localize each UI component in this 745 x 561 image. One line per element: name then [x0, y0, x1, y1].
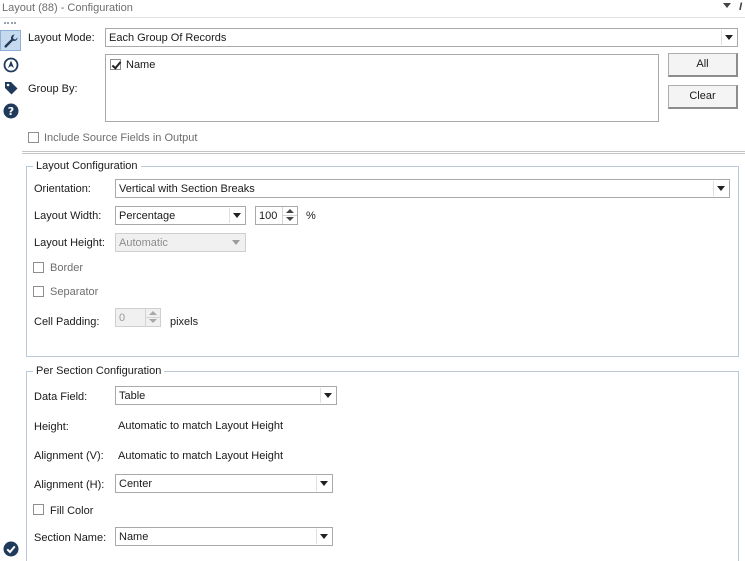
orientation-select[interactable]: Vertical with Section Breaks	[115, 179, 730, 198]
tag-icon	[4, 81, 17, 94]
config-toolbar: ?	[0, 19, 22, 561]
separator-label: Separator	[50, 286, 99, 298]
fill-color-checkbox[interactable]	[33, 504, 44, 515]
chevron-down-icon[interactable]	[721, 30, 736, 45]
height-value: Automatic to match Layout Height	[118, 420, 284, 432]
data-field-select[interactable]: Table	[115, 386, 337, 405]
height-label: Height:	[34, 421, 69, 433]
pin-icon[interactable]: I	[739, 1, 742, 13]
alignment-h-label: Alignment (H):	[34, 479, 105, 491]
section-name-label: Section Name:	[34, 532, 107, 544]
tag-tab-button[interactable]	[0, 77, 21, 98]
group-by-label: Group By:	[28, 83, 78, 95]
cell-padding-spinner[interactable]: 0	[115, 308, 161, 327]
wrench-icon	[3, 34, 17, 48]
window-title-bar: Layout (88) - Configuration I	[0, 0, 745, 18]
group-title: Layout Configuration	[33, 159, 141, 173]
layout-height-label: Layout Height:	[34, 237, 105, 249]
layout-mode-label: Layout Mode:	[28, 32, 95, 44]
chevron-down-icon[interactable]	[713, 181, 728, 196]
section-name-select[interactable]: Name	[115, 527, 333, 546]
cell-padding-unit: pixels	[170, 316, 199, 328]
cell-padding-value: 0	[119, 312, 126, 324]
layout-width-mode-select[interactable]: Percentage	[115, 206, 246, 225]
annotation-tab-button[interactable]	[0, 54, 21, 75]
layout-width-value: 100	[259, 210, 278, 222]
svg-text:?: ?	[7, 105, 13, 118]
window-title: Layout (88) - Configuration	[2, 2, 133, 14]
chevron-down-icon[interactable]	[316, 476, 331, 491]
help-icon: ?	[3, 103, 18, 118]
grip-handle	[4, 22, 16, 24]
include-source-label: Include Source Fields in Output	[44, 132, 198, 144]
data-field-value: Table	[119, 390, 146, 402]
chevron-down-icon[interactable]	[229, 235, 244, 250]
layout-height-value: Automatic	[119, 237, 168, 249]
layout-mode-select[interactable]: Each Group Of Records	[105, 28, 738, 47]
layout-width-spinner[interactable]: 100	[255, 206, 298, 225]
all-button[interactable]: All	[668, 53, 738, 77]
chevron-down-icon[interactable]	[320, 388, 335, 403]
separator-checkbox[interactable]	[33, 286, 44, 297]
alignment-h-select[interactable]: Center	[115, 474, 333, 493]
layout-width-unit: %	[306, 210, 316, 222]
configuration-tab-button[interactable]	[0, 30, 21, 51]
layout-height-select[interactable]: Automatic	[115, 233, 246, 252]
cell-padding-label: Cell Padding:	[34, 316, 100, 328]
orientation-value: Vertical with Section Breaks	[119, 183, 255, 195]
section-name-value: Name	[119, 531, 149, 543]
dropdown-arrow-icon[interactable]	[723, 3, 731, 8]
spinner-arrows-icon[interactable]	[282, 207, 297, 224]
status-indicator	[0, 538, 21, 559]
navigator-icon	[3, 57, 18, 72]
layout-mode-value: Each Group Of Records	[109, 32, 227, 44]
group-title: Per Section Configuration	[33, 364, 165, 378]
alignment-v-label: Alignment (V):	[34, 450, 104, 462]
list-item-label: Name	[126, 59, 156, 71]
orientation-label: Orientation:	[34, 183, 91, 195]
border-label: Border	[50, 262, 84, 274]
chevron-down-icon[interactable]	[229, 208, 244, 223]
chevron-down-icon[interactable]	[316, 529, 331, 544]
section-divider	[22, 151, 745, 154]
clear-button[interactable]: Clear	[668, 85, 738, 109]
fill-color-label: Fill Color	[50, 505, 94, 517]
spinner-arrows-icon[interactable]	[145, 309, 160, 326]
border-checkbox[interactable]	[33, 262, 44, 273]
include-source-checkbox[interactable]	[28, 132, 39, 143]
help-tab-button[interactable]: ?	[0, 100, 21, 121]
check-circle-icon	[3, 541, 18, 556]
alignment-v-value: Automatic to match Layout Height	[118, 450, 284, 462]
data-field-label: Data Field:	[34, 391, 88, 403]
group-by-name-checkbox[interactable]	[110, 59, 121, 70]
group-by-list[interactable]: Name	[105, 54, 659, 122]
layout-width-label: Layout Width:	[34, 210, 102, 222]
layout-width-mode-value: Percentage	[119, 210, 176, 222]
alignment-h-value: Center	[119, 478, 153, 490]
